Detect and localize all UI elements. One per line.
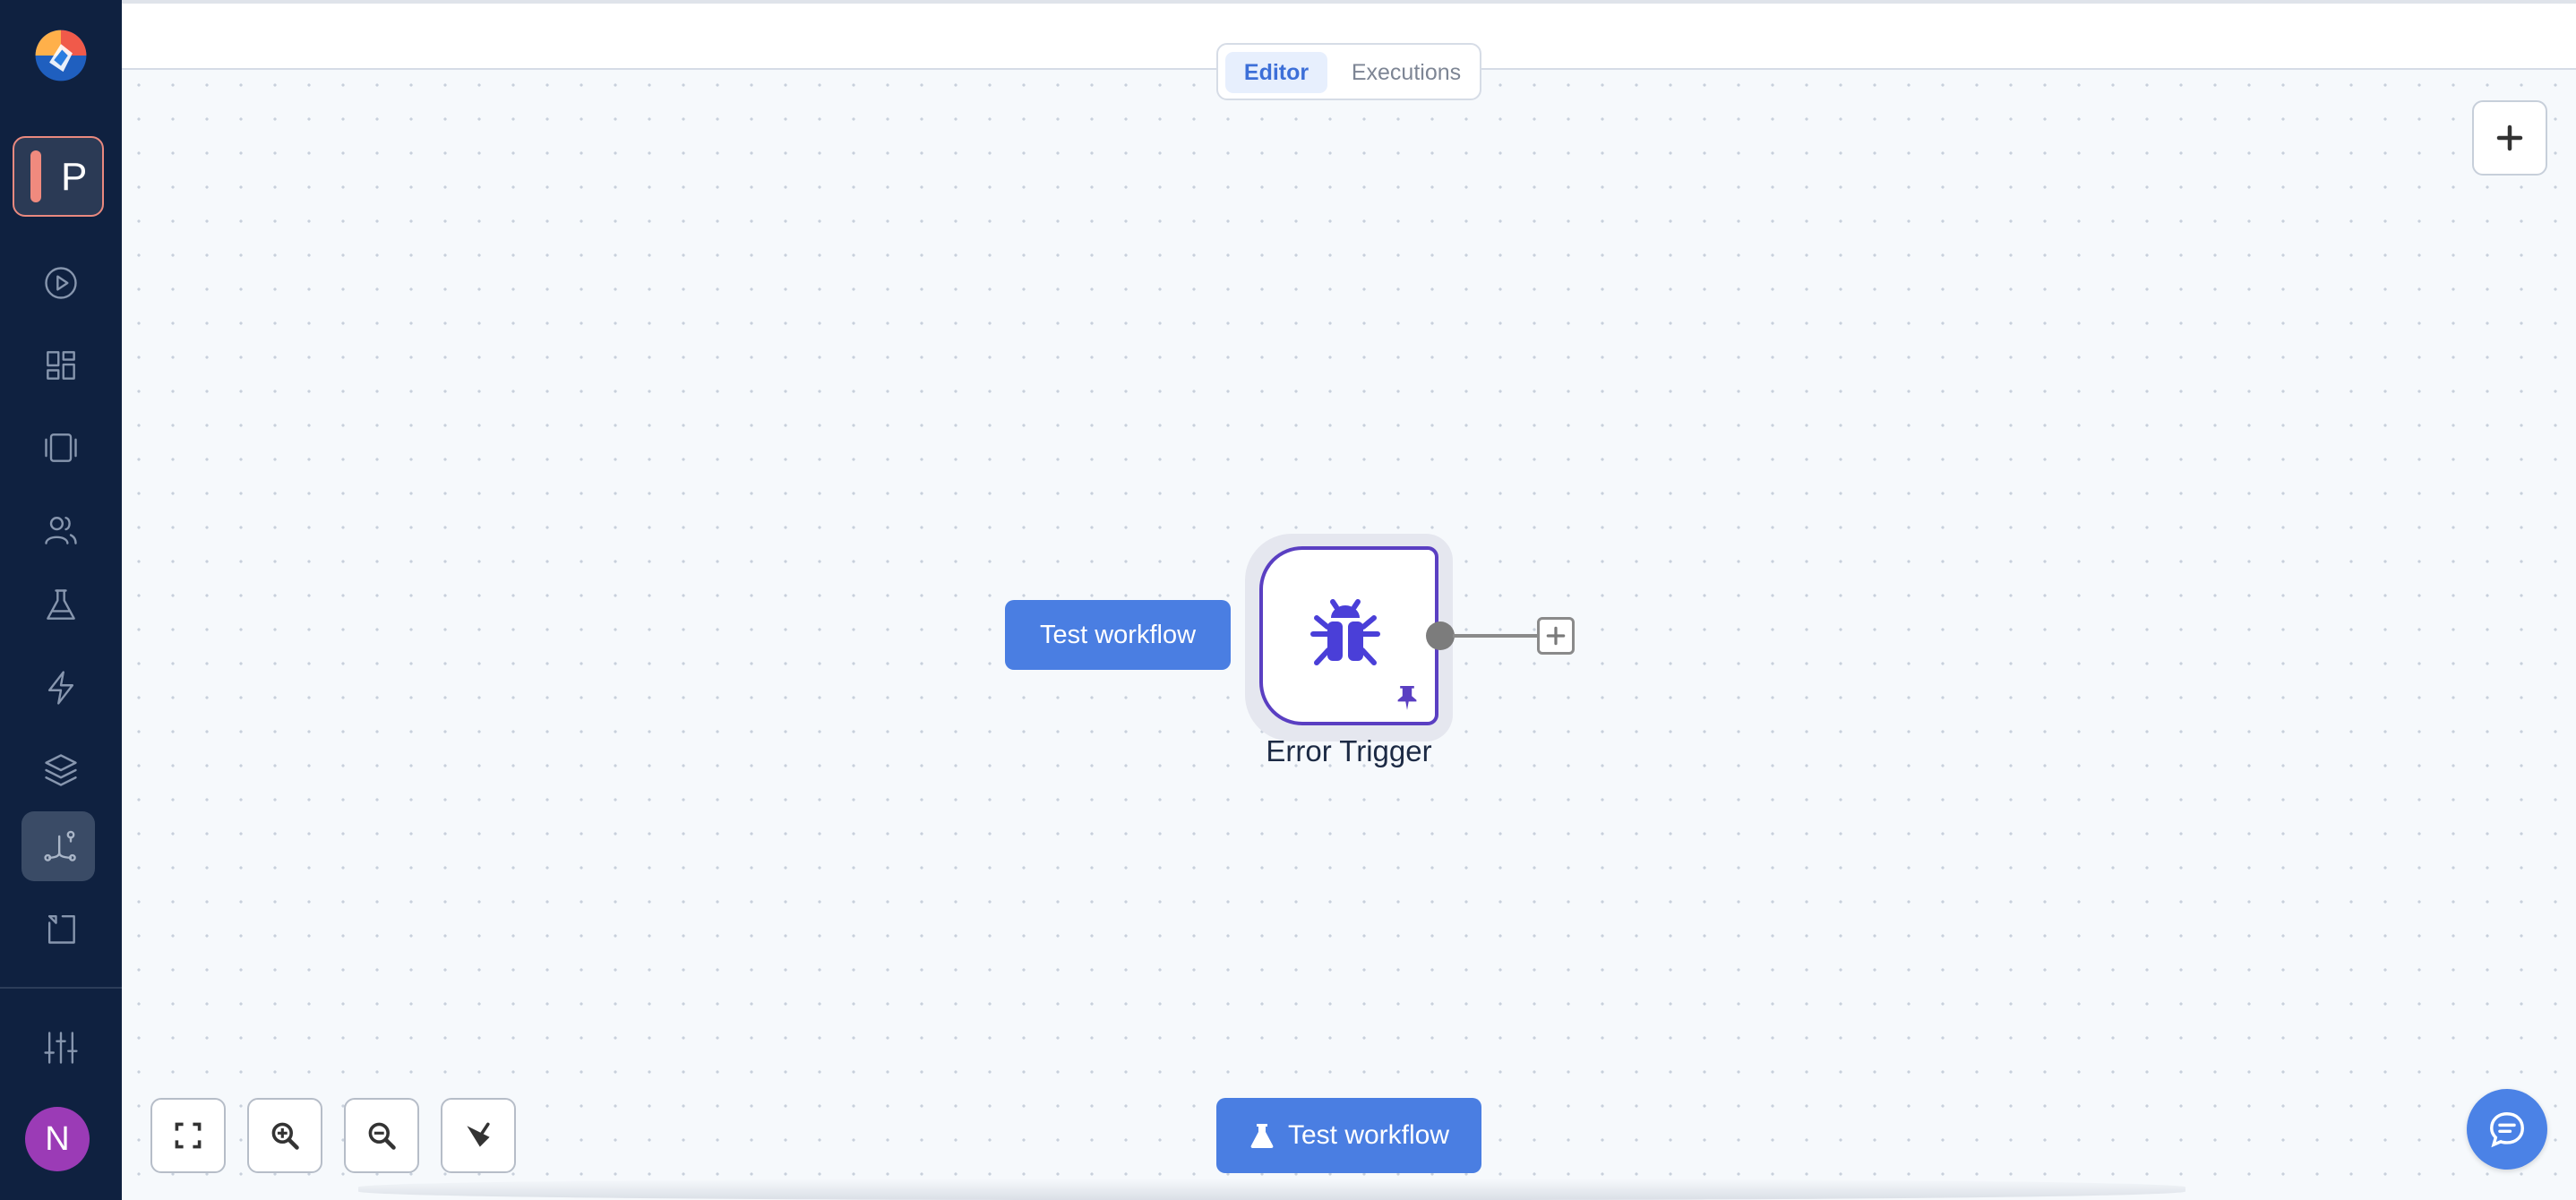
node-label: Error Trigger: [1266, 734, 1432, 767]
add-next-node-button[interactable]: [1537, 617, 1575, 655]
node-output-handle[interactable]: [1426, 621, 1455, 650]
dashboard-icon[interactable]: [0, 330, 122, 401]
error-trigger-node[interactable]: [1259, 546, 1438, 725]
tab-editor[interactable]: Editor: [1225, 52, 1327, 93]
workflow-icon[interactable]: [0, 810, 122, 882]
tidy-up-icon: [467, 1122, 490, 1147]
test-workflow-label: Test workflow: [1287, 1120, 1450, 1150]
test-workflow-node-button[interactable]: Test workflow: [1005, 600, 1231, 670]
flask-icon[interactable]: [0, 570, 122, 641]
zoom-out-button[interactable]: [344, 1098, 419, 1173]
view-tabs: Editor Executions: [1216, 43, 1481, 100]
fit-view-icon: [175, 1122, 202, 1149]
pin-icon: [1397, 686, 1417, 710]
chat-icon: [2490, 1112, 2524, 1148]
lightning-icon[interactable]: [0, 652, 122, 724]
add-node-button[interactable]: [2472, 100, 2547, 176]
sidebar-divider: [0, 987, 122, 989]
plus-icon: [1546, 626, 1566, 646]
user-avatar[interactable]: N: [25, 1107, 90, 1171]
sidebar: P N: [0, 0, 122, 1200]
chat-button[interactable]: [2467, 1089, 2547, 1170]
zoom-in-icon: [271, 1122, 299, 1150]
bug-icon: [1310, 599, 1380, 665]
templates-icon[interactable]: [0, 412, 122, 484]
tidy-up-button[interactable]: [441, 1098, 516, 1173]
users-icon[interactable]: [0, 494, 122, 566]
project-letter: P: [61, 155, 88, 199]
app-logo-icon[interactable]: [0, 20, 122, 91]
bottom-edge-shadow: [358, 1179, 2185, 1200]
variables-icon[interactable]: [0, 892, 122, 964]
plus-icon: [2496, 124, 2523, 151]
test-workflow-button[interactable]: Test workflow: [1216, 1098, 1481, 1173]
flask-icon: [1250, 1124, 1274, 1148]
layers-icon[interactable]: [0, 734, 122, 806]
project-color-bar: [30, 150, 41, 202]
settings-sliders-icon[interactable]: [0, 1012, 122, 1084]
zoom-in-button[interactable]: [247, 1098, 322, 1173]
tab-executions[interactable]: Executions: [1338, 52, 1474, 93]
fit-view-button[interactable]: [150, 1098, 226, 1173]
project-avatar[interactable]: P: [13, 136, 104, 217]
zoom-out-icon: [368, 1122, 396, 1150]
play-circle-icon[interactable]: [0, 247, 122, 319]
connection-line: [1453, 634, 1539, 638]
